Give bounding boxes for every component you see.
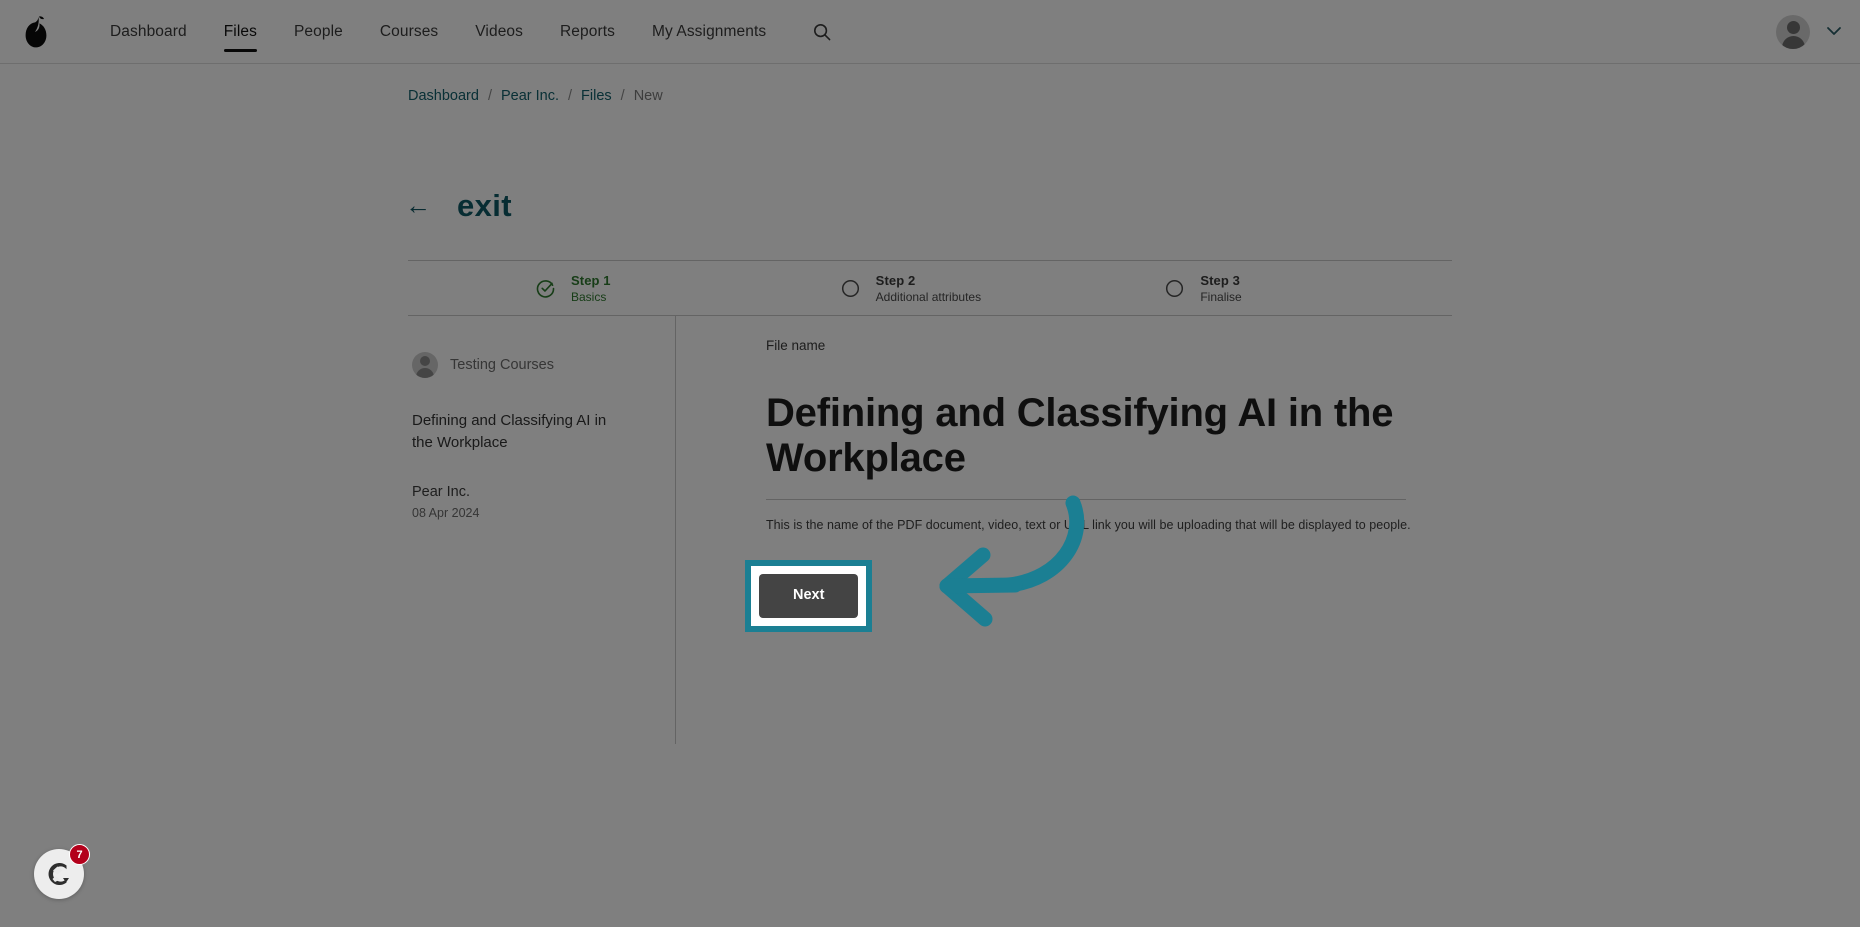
arrow-left-icon: ← (405, 190, 431, 220)
next-button-highlight-wrapper: Next (745, 560, 873, 632)
account-menu[interactable] (1776, 0, 1842, 64)
nav-item-reports[interactable]: Reports (560, 0, 615, 64)
nav-item-dashboard[interactable]: Dashboard (110, 0, 187, 64)
breadcrumb: Dashboard / Pear Inc. / Files / New (408, 88, 663, 104)
nav-item-my-assignments[interactable]: My Assignments (652, 0, 766, 64)
chat-widget[interactable]: 7 (34, 844, 90, 899)
nav-item-videos[interactable]: Videos (475, 0, 523, 64)
file-name-underline (766, 499, 1406, 500)
file-name-input[interactable] (766, 391, 1404, 487)
summary-item-title: Defining and Classifying AI in the Workp… (412, 412, 607, 451)
nav-label: Courses (379, 22, 439, 40)
main-nav: Dashboard Files People Courses Videos Re… (110, 0, 835, 64)
step-subtitle: Basics (571, 289, 607, 304)
step-title: Step 1 (571, 272, 611, 288)
owner-name: Testing Courses (450, 357, 554, 373)
search-icon[interactable] (809, 19, 835, 45)
step-subtitle: Finalise (1200, 289, 1242, 304)
page-content: Dashboard / Pear Inc. / Files / New ← ex… (0, 64, 1860, 927)
summary-date: 08 Apr 2024 (412, 505, 480, 520)
breadcrumb-item-dashboard[interactable]: Dashboard (408, 88, 479, 104)
owner-avatar-icon (412, 352, 438, 378)
summary-organisation: Pear Inc. (412, 483, 471, 500)
breadcrumb-item-pear-inc[interactable]: Pear Inc. (501, 88, 559, 104)
nav-label: Reports (559, 22, 615, 40)
stepper-step-1[interactable]: Step 1 Basics (408, 273, 823, 304)
breadcrumb-separator: / (568, 88, 573, 104)
wizard-stepper: Step 1 Basics Step 2 Additional attribut… (408, 260, 1452, 316)
stepper-step-3-labels: Step 3 Finalise (1200, 273, 1241, 304)
nav-label: My Assignments (651, 22, 767, 40)
step-title: Step 2 (875, 272, 916, 288)
form-main-panel: File name This is the name of the PDF do… (676, 316, 1452, 744)
top-navigation-bar: Dashboard Files People Courses Videos Re… (0, 0, 1860, 64)
app-root: Dashboard Files People Courses Videos Re… (0, 0, 1860, 927)
summary-side-panel: Testing Courses Defining and Classifying… (408, 316, 675, 744)
stepper-step-3[interactable]: Step 3 Finalise (1127, 273, 1452, 304)
stepper-step-1-labels: Step 1 Basics (571, 273, 611, 304)
check-circle-icon (536, 279, 555, 298)
empty-circle-icon (1165, 279, 1184, 298)
nav-item-courses[interactable]: Courses (380, 0, 438, 64)
nav-label: People (293, 22, 343, 40)
nav-label: Files (223, 22, 257, 40)
chat-unread-badge: 7 (69, 844, 90, 865)
empty-circle-icon (841, 279, 860, 298)
next-button[interactable]: Next (759, 574, 859, 618)
wizard-body: Testing Courses Defining and Classifying… (408, 316, 1452, 744)
breadcrumb-separator: / (620, 88, 625, 104)
stepper-step-2[interactable]: Step 2 Additional attributes (823, 273, 1128, 304)
file-name-help-text: This is the name of the PDF document, vi… (766, 518, 1411, 532)
stepper-step-2-labels: Step 2 Additional attributes (876, 273, 981, 304)
avatar-icon[interactable] (1776, 15, 1810, 49)
nav-item-files[interactable]: Files (223, 0, 258, 64)
breadcrumb-separator: / (487, 88, 492, 104)
file-name-label: File name (766, 338, 826, 353)
breadcrumb-item-new: New (633, 88, 663, 104)
exit-label: exit (457, 188, 513, 223)
nav-label: Videos (475, 22, 523, 40)
nav-label: Dashboard (110, 22, 187, 40)
nav-item-people[interactable]: People (294, 0, 343, 64)
step-subtitle: Additional attributes (875, 289, 982, 304)
pear-logo-icon[interactable] (6, 15, 68, 49)
exit-button[interactable]: ← exit (405, 188, 512, 224)
breadcrumb-item-files[interactable]: Files (581, 88, 612, 104)
chevron-down-icon[interactable] (1826, 23, 1842, 41)
owner-row: Testing Courses (412, 352, 643, 378)
step-title: Step 3 (1200, 272, 1240, 288)
highlight-box: Next (745, 560, 873, 632)
